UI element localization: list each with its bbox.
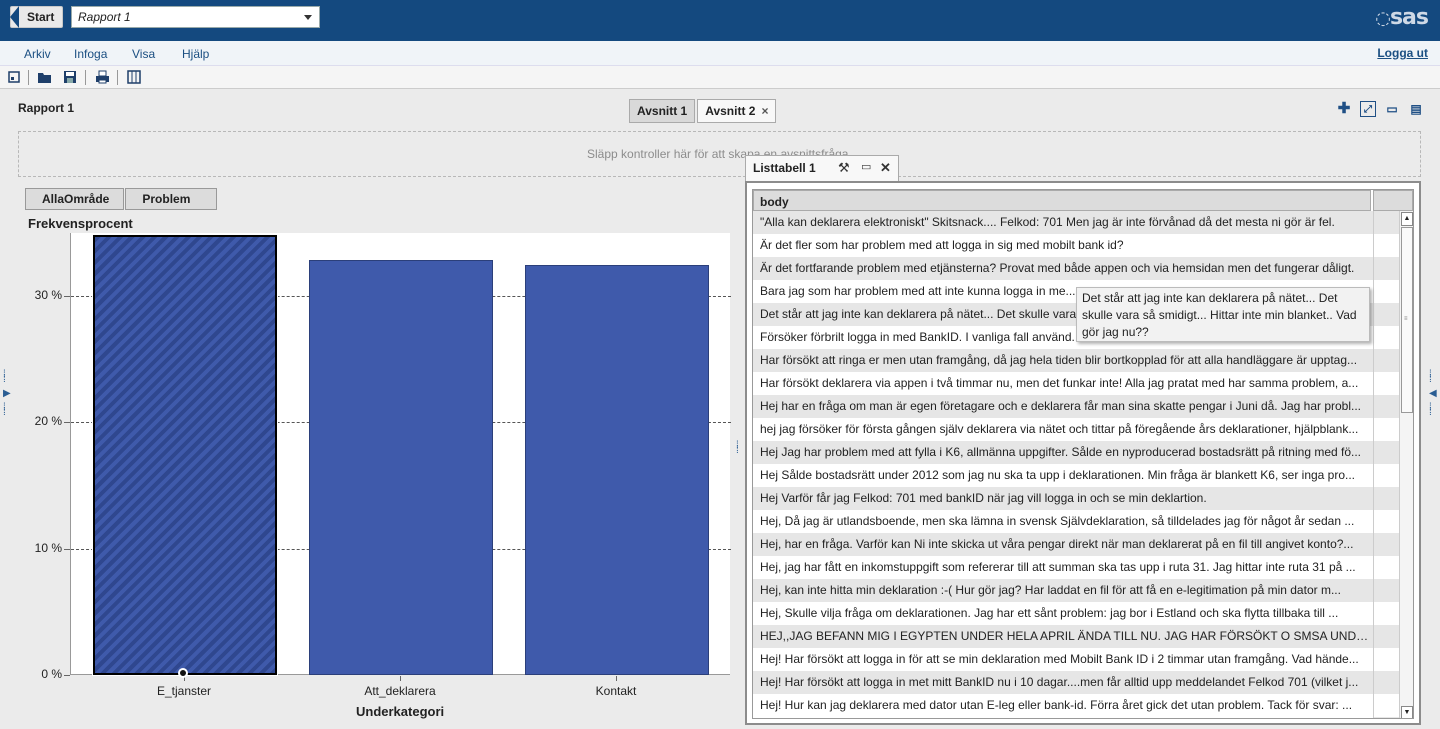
selection-handle[interactable] (178, 668, 188, 678)
right-panel-handle[interactable]: ⁞ ⁞ ◀ ⁞ ⁞ (1429, 370, 1437, 452)
section-tabs: Avsnitt 1 Avsnitt 2 × (629, 99, 778, 123)
bar-kontakt[interactable] (525, 265, 709, 675)
x-tick-label: E_tjanster (156, 684, 212, 698)
layout-icon[interactable] (126, 69, 142, 85)
splitter-handle[interactable]: ⁞ ⁞ (736, 441, 742, 467)
listtable-title: Listtabell 1 (753, 161, 816, 175)
table-row[interactable]: "Alla kan deklarera elektroniskt" Skitsn… (753, 211, 1373, 234)
table-row[interactable]: Hej! Har försökt att logga in för att se… (753, 648, 1373, 671)
report-dropdown-value: Rapport 1 (78, 10, 131, 24)
open-icon[interactable] (37, 69, 53, 85)
toolbar-separator (28, 70, 29, 85)
plot-area (70, 233, 731, 676)
table-row[interactable]: Är det fortfarande problem med etjänster… (753, 257, 1373, 280)
print-icon[interactable] (94, 69, 110, 85)
sas-logo: ◌sas (1375, 5, 1429, 30)
grip-icon: ≡ (1404, 316, 1408, 322)
breadcrumb-item[interactable]: Problem (125, 188, 218, 210)
close-icon[interactable]: ✕ (880, 160, 891, 176)
column-header-body[interactable]: body (753, 190, 1371, 211)
top-banner: Start Rapport 1 ◌sas (0, 0, 1440, 41)
table-row[interactable]: Hej Jag har problem med att fylla i K6, … (753, 441, 1373, 464)
breadcrumb-item[interactable]: AllaOmråde (25, 188, 125, 210)
row-tooltip: Det står att jag inte kan deklarera på n… (1076, 287, 1370, 342)
menu-bar: Arkiv Infoga Visa Hjälp Logga ut (0, 41, 1440, 66)
table-row[interactable]: Är det fler som har problem med att logg… (753, 234, 1373, 257)
y-tick-label: 20 % (34, 414, 62, 429)
menu-arkiv[interactable]: Arkiv (24, 47, 51, 61)
maximize-icon[interactable]: ▭ (861, 160, 871, 173)
x-tick-label: Att_deklarera (364, 684, 436, 698)
breadcrumb: AllaOmråde Problem (25, 188, 218, 210)
x-tick-label: Kontakt (595, 684, 637, 698)
menu-infoga[interactable]: Infoga (74, 47, 107, 61)
report-title: Rapport 1 (18, 101, 75, 115)
y-tick-mark (64, 548, 70, 550)
y-axis-label: Frekvensprocent (28, 216, 133, 231)
table-column-filler (1373, 211, 1399, 718)
chevron-down-icon (304, 15, 312, 20)
scroll-up-icon[interactable]: ▲ (1401, 212, 1413, 226)
properties-icon[interactable]: ⚒ (838, 160, 850, 176)
fullscreen-icon[interactable]: ⤢ (1360, 101, 1376, 117)
x-tick-mark (616, 676, 617, 681)
table-row[interactable]: Hej Varför får jag Felkod: 701 med bankI… (753, 487, 1373, 510)
table-row[interactable]: Har försökt att ringa er men utan framgå… (753, 349, 1373, 372)
table-row[interactable]: Hej, har en fråga. Varför kan Ni inte sk… (753, 533, 1373, 556)
y-tick-mark (64, 295, 70, 297)
table-row[interactable]: hej jag försöker för första gången själv… (753, 418, 1373, 441)
logout-link[interactable]: Logga ut (1377, 46, 1428, 60)
column-header-empty (1373, 190, 1413, 211)
report-tools: ✚ ⤢ ▭ ▤ (1336, 101, 1424, 117)
y-tick-label: 0 % (41, 667, 62, 681)
table-row[interactable]: Hej, Då jag är utlandsboende, men ska lä… (753, 510, 1373, 533)
y-tick-mark (64, 422, 70, 424)
x-axis-label: Underkategori (356, 704, 445, 719)
table-row[interactable]: Hej! Hur kan jag deklarera med dator uta… (753, 694, 1373, 717)
scroll-down-icon[interactable]: ▼ (1401, 706, 1413, 718)
y-tick-label: 30 % (34, 287, 62, 302)
collapse-icon[interactable]: ▤ (1408, 101, 1424, 117)
left-panel-handle[interactable]: ⁞ ⁞ ▶ ⁞ ⁞ (3, 370, 11, 452)
table-row[interactable]: Hej, jag har fått en inkomstuppgift som … (753, 556, 1373, 579)
vertical-scrollbar[interactable]: ▲ ≡ ▼ (1399, 211, 1413, 718)
table-row[interactable]: Hej, kan inte hitta min deklaration :-( … (753, 579, 1373, 602)
table-row[interactable]: Hej, Skulle vilja fråga om deklarationen… (753, 602, 1373, 625)
table-row[interactable]: Hej har en fråga om man är egen företaga… (753, 395, 1373, 418)
report-dropdown[interactable]: Rapport 1 (71, 6, 320, 28)
tab-avsnitt-1[interactable]: Avsnitt 1 (629, 99, 696, 123)
x-tick-mark (400, 676, 401, 681)
toolbar-separator (85, 70, 86, 85)
table-row[interactable]: Hej Sålde bostadsrätt under 2012 som jag… (753, 464, 1373, 487)
add-icon[interactable]: ✚ (1336, 101, 1352, 117)
toolbar-separator (117, 70, 118, 85)
toolbar (0, 66, 1440, 89)
table-row[interactable]: HEJ,,JAG BEFANN MIG I EGYPTEN UNDER HELA… (753, 625, 1373, 648)
scrollbar-thumb[interactable]: ≡ (1401, 227, 1413, 413)
tab-avsnitt-2[interactable]: Avsnitt 2 × (697, 99, 777, 123)
start-button[interactable]: Start (10, 6, 63, 28)
new-report-icon[interactable] (6, 69, 22, 85)
table-row[interactable]: Hej! Har försökt att logga in met mitt B… (753, 671, 1373, 694)
y-tick-mark (64, 675, 70, 676)
listtable: body "Alla kan deklarera elektroniskt" S… (752, 189, 1414, 719)
bar-att_deklarera[interactable] (309, 260, 493, 675)
bar-e_tjanster[interactable] (92, 234, 278, 676)
save-icon[interactable] (62, 69, 78, 85)
y-tick-label: 10 % (34, 540, 62, 555)
close-icon[interactable]: × (761, 104, 768, 118)
window-icon[interactable]: ▭ (1384, 101, 1400, 117)
listtable-header: Listtabell 1 ⚒ ▭ ✕ (745, 155, 899, 181)
menu-visa[interactable]: Visa (132, 47, 155, 61)
table-row[interactable]: Har försökt deklarera via appen i två ti… (753, 372, 1373, 395)
menu-hjalp[interactable]: Hjälp (182, 47, 209, 61)
